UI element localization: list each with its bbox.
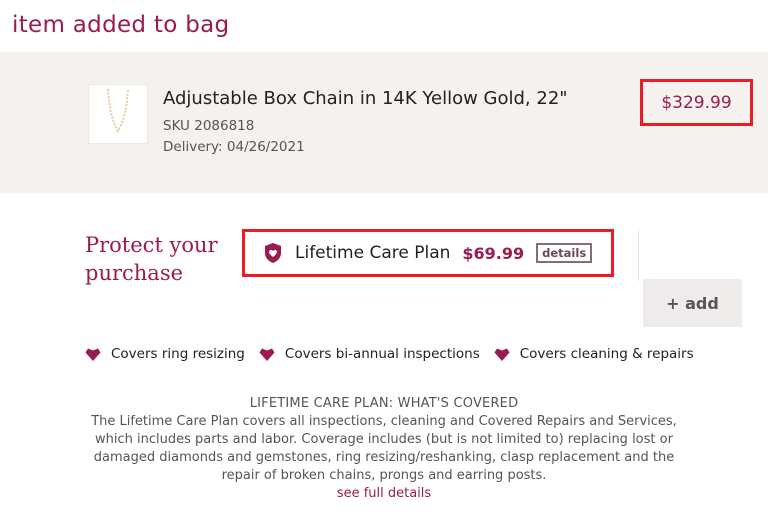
coverage-section: LIFETIME CARE PLAN: WHAT'S COVERED The L…	[0, 395, 768, 503]
care-plan-name: Lifetime Care Plan	[295, 243, 451, 263]
item-sku: SKU 2086818	[163, 118, 255, 134]
heart-icon	[494, 348, 510, 361]
item-delivery-date: Delivery: 04/26/2021	[163, 139, 305, 155]
benefit-label: Covers bi-annual inspections	[284, 346, 480, 362]
page-title: item added to bag	[12, 12, 230, 38]
item-name: Adjustable Box Chain in 14K Yellow Gold,…	[163, 88, 568, 109]
divider	[638, 229, 639, 281]
care-plan-benefits: Covers ring resizing Covers bi-annual in…	[85, 346, 708, 362]
item-price: $329.99	[640, 79, 753, 126]
care-plan-details-link[interactable]: details	[536, 243, 593, 263]
benefit-item: Covers bi-annual inspections	[259, 346, 480, 362]
care-plan-price: $69.99	[462, 243, 525, 263]
coverage-description: The Lifetime Care Plan covers all inspec…	[91, 414, 677, 483]
care-plan-option: Lifetime Care Plan $69.99 details	[242, 229, 614, 277]
item-thumbnail	[88, 84, 148, 144]
benefit-item: Covers cleaning & repairs	[494, 346, 694, 362]
heart-icon	[85, 348, 101, 361]
see-full-details-link[interactable]: see full details	[0, 485, 768, 503]
coverage-title: LIFETIME CARE PLAN: WHAT'S COVERED	[249, 396, 519, 411]
benefit-item: Covers ring resizing	[85, 346, 245, 362]
benefit-label: Covers cleaning & repairs	[519, 346, 694, 362]
heart-icon	[259, 348, 275, 361]
shield-heart-icon	[265, 243, 281, 263]
benefit-label: Covers ring resizing	[111, 346, 245, 362]
protect-purchase-heading: Protect your purchase	[85, 233, 218, 285]
gold-chain-icon	[107, 88, 129, 133]
add-care-plan-button[interactable]: + add	[643, 279, 742, 327]
